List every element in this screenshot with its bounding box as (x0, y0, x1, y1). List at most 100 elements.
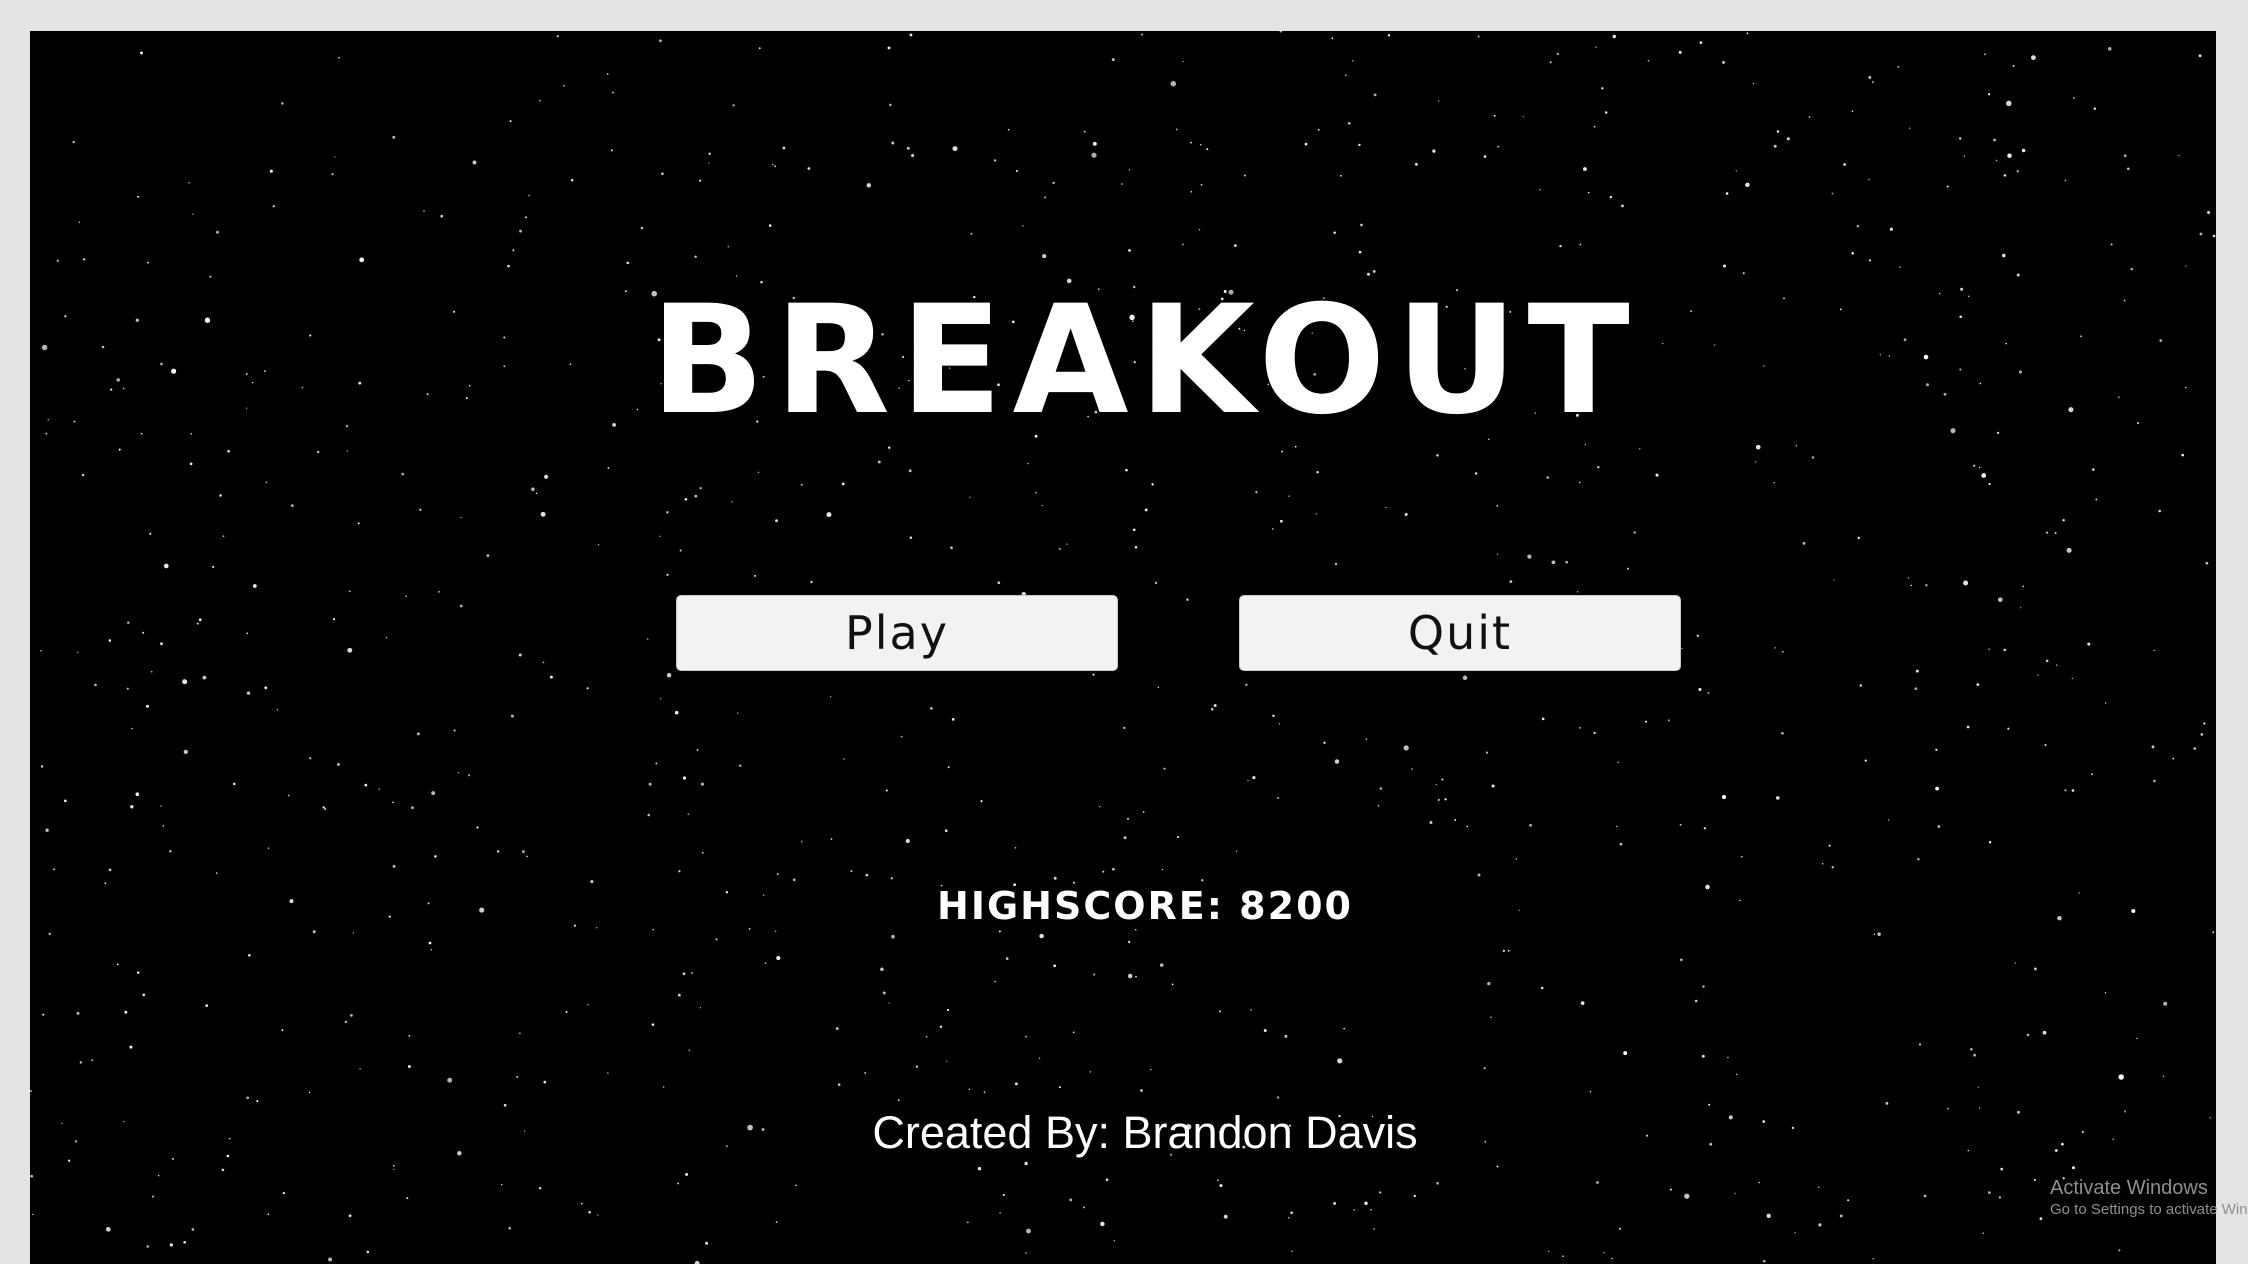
star (219, 494, 222, 497)
star (1186, 598, 1189, 601)
star (1873, 933, 1876, 936)
star (1477, 873, 1481, 877)
star (1025, 1252, 1027, 1254)
star (183, 749, 188, 755)
star (597, 1214, 599, 1216)
star (732, 104, 735, 107)
star (1612, 34, 1617, 39)
star (221, 1168, 225, 1172)
star (1134, 546, 1138, 549)
star (191, 1228, 195, 1231)
star (56, 259, 59, 262)
star (944, 829, 948, 833)
star (215, 872, 218, 874)
star (753, 574, 757, 577)
star (2185, 265, 2187, 267)
star (202, 675, 207, 680)
star (78, 221, 81, 224)
star (160, 805, 162, 807)
star (1582, 167, 1587, 171)
star (1089, 1071, 1092, 1073)
star (1497, 145, 1500, 148)
star (322, 806, 325, 809)
star (519, 229, 523, 233)
star (1316, 470, 1319, 474)
star (968, 1088, 971, 1091)
star (1551, 560, 1556, 565)
star (1154, 581, 1158, 585)
star (1527, 554, 1532, 559)
star (48, 932, 51, 936)
star (691, 972, 694, 974)
star (265, 481, 267, 483)
star (1847, 1199, 1850, 1202)
star (160, 642, 163, 646)
star (496, 850, 500, 853)
star (1593, 731, 1596, 735)
star (1105, 1178, 1109, 1181)
star (519, 1032, 521, 1035)
star (1100, 1221, 1105, 1227)
star (1432, 149, 1436, 153)
star (518, 653, 522, 657)
star (392, 865, 396, 868)
star (440, 214, 443, 218)
star (1436, 454, 1439, 457)
star (930, 707, 933, 710)
star (169, 850, 172, 853)
star (1091, 152, 1097, 158)
star (1935, 748, 1938, 751)
star (1897, 65, 1900, 68)
star (1343, 1027, 1346, 1030)
play-button[interactable]: Play (676, 595, 1118, 671)
star (891, 141, 895, 145)
star (1255, 491, 1258, 494)
star (1250, 1009, 1252, 1011)
star (151, 1195, 155, 1198)
star (1623, 1051, 1628, 1056)
star (565, 1010, 568, 1013)
star (216, 230, 219, 234)
star (2095, 498, 2098, 501)
star (835, 1027, 839, 1031)
star (45, 432, 48, 435)
star (457, 772, 459, 774)
star (1540, 986, 1544, 990)
star (1541, 717, 1545, 721)
star (1746, 32, 1749, 35)
star (865, 873, 869, 877)
star (2007, 153, 2012, 158)
star (889, 103, 892, 107)
star (2212, 234, 2216, 238)
star (2087, 642, 2091, 646)
star (316, 450, 320, 454)
star (246, 632, 249, 635)
quit-button[interactable]: Quit (1239, 595, 1681, 671)
star (800, 483, 803, 486)
star (897, 1099, 900, 1102)
star (841, 482, 845, 486)
star (682, 776, 687, 780)
star (1857, 536, 1860, 540)
star (1127, 973, 1133, 979)
star (1141, 33, 1144, 36)
star (792, 878, 796, 882)
star (500, 1183, 503, 1186)
star (1618, 1227, 1622, 1230)
star (352, 932, 354, 934)
star (1113, 1239, 1115, 1242)
star (606, 73, 609, 75)
star (774, 165, 777, 168)
star (607, 467, 610, 469)
star (158, 1175, 160, 1177)
star (1580, 1001, 1585, 1005)
star (1288, 495, 1290, 497)
star (312, 930, 316, 934)
star (925, 1036, 928, 1038)
star (998, 930, 1001, 933)
star (1176, 836, 1180, 839)
star (679, 549, 682, 552)
star (516, 1075, 519, 1078)
star (768, 224, 772, 227)
star (2033, 1178, 2036, 1181)
